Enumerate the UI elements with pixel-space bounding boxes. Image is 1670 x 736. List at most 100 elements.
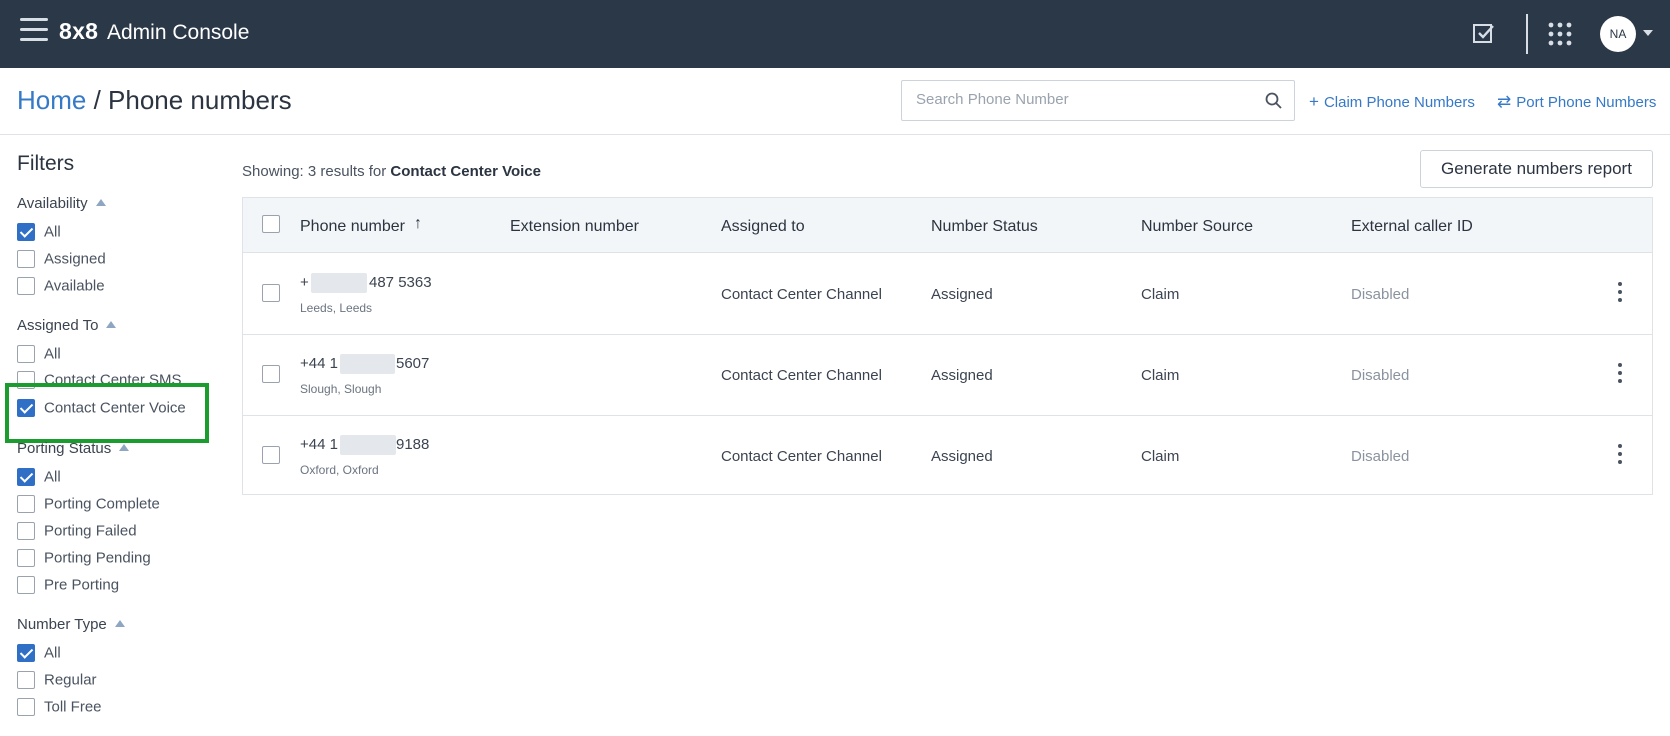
checkbox[interactable]: [17, 371, 35, 390]
status-cell: Assigned: [931, 286, 993, 303]
redacted-digits: [340, 354, 395, 374]
assigned-to-cell: Contact Center Channel: [721, 286, 882, 303]
row-checkbox[interactable]: [262, 446, 280, 464]
status-cell: Assigned: [931, 367, 993, 384]
column-assigned-to[interactable]: Assigned to: [721, 218, 805, 236]
filter-availability-available[interactable]: Available: [17, 277, 105, 297]
collapse-arrow-icon[interactable]: [95, 199, 106, 206]
chevron-down-icon[interactable]: [1643, 30, 1653, 36]
search-icon[interactable]: [1264, 91, 1284, 111]
column-number-source[interactable]: Number Source: [1141, 218, 1253, 236]
row-checkbox[interactable]: [262, 365, 280, 383]
caller-id-cell: Disabled: [1351, 367, 1410, 384]
phone-number-start: +44 1: [300, 436, 338, 453]
breadcrumb: Home / Phone numbers: [17, 85, 292, 116]
filter-pre-porting[interactable]: Pre Porting: [17, 576, 119, 596]
page-header: Home / Phone numbers +Claim Phone Number…: [0, 68, 1670, 135]
sort-up-arrow-icon[interactable]: ↑: [414, 215, 422, 233]
swap-arrows-icon: ⇄: [1497, 92, 1512, 111]
status-cell: Assigned: [931, 448, 993, 465]
filter-porting-complete[interactable]: Porting Complete: [17, 495, 160, 515]
brand-logo: 8x8: [59, 18, 99, 44]
assigned-to-cell: Contact Center Channel: [721, 367, 882, 384]
column-external-caller-id[interactable]: External caller ID: [1351, 218, 1473, 236]
filter-group-availability[interactable]: Availability: [17, 195, 106, 212]
checkbox[interactable]: [17, 345, 35, 364]
kebab-icon[interactable]: [1617, 363, 1623, 387]
source-cell: Claim: [1141, 448, 1180, 465]
table-row[interactable]: +44 1 9188 Oxford, Oxford Contact Center…: [243, 416, 1652, 497]
phone-location: Leeds, Leeds: [300, 301, 373, 315]
kebab-icon[interactable]: [1617, 444, 1623, 468]
avatar[interactable]: NA: [1600, 16, 1636, 52]
plus-icon: +: [1309, 92, 1319, 111]
filter-assigned-all[interactable]: All: [17, 345, 61, 365]
grid-icon[interactable]: [1548, 22, 1572, 46]
column-phone-number[interactable]: Phone number: [300, 218, 405, 236]
results-filter-term: Contact Center Voice: [390, 163, 541, 180]
checkbox[interactable]: [17, 495, 35, 514]
phone-location: Oxford, Oxford: [300, 463, 379, 477]
checkbox[interactable]: [17, 671, 35, 690]
checkbox[interactable]: [17, 549, 35, 568]
topbar-divider: [1526, 14, 1528, 54]
checkbox[interactable]: [17, 223, 35, 242]
checkbox[interactable]: [17, 250, 35, 269]
phone-location: Slough, Slough: [300, 382, 382, 396]
breadcrumb-home-link[interactable]: Home: [17, 85, 86, 115]
assigned-to-cell: Contact Center Channel: [721, 448, 882, 465]
app-title: Admin Console: [107, 21, 250, 44]
breadcrumb-separator: /: [86, 85, 109, 115]
table-row[interactable]: + 487 5363 Leeds, Leeds Contact Center C…: [243, 254, 1652, 335]
filter-assigned-cc-voice[interactable]: Contact Center Voice: [17, 399, 192, 419]
checkbox[interactable]: [17, 522, 35, 541]
filter-porting-pending[interactable]: Porting Pending: [17, 549, 151, 569]
table-row[interactable]: +44 1 5607 Slough, Slough Contact Center…: [243, 335, 1652, 416]
collapse-arrow-icon[interactable]: [106, 321, 117, 328]
filter-type-toll-free[interactable]: Toll Free: [17, 698, 102, 718]
caller-id-cell: Disabled: [1351, 286, 1410, 303]
filter-porting-failed[interactable]: Porting Failed: [17, 522, 137, 542]
select-all-checkbox[interactable]: [262, 215, 280, 233]
row-checkbox[interactable]: [262, 284, 280, 302]
caller-id-cell: Disabled: [1351, 448, 1410, 465]
redacted-digits: [311, 273, 367, 293]
hamburger-icon[interactable]: [20, 18, 48, 44]
collapse-arrow-icon[interactable]: [114, 620, 125, 627]
phone-number-start: +: [300, 274, 309, 291]
top-bar: 8x8 Admin Console NA: [0, 0, 1670, 68]
page-title: Phone numbers: [108, 85, 292, 115]
filter-availability-assigned[interactable]: Assigned: [17, 250, 106, 270]
filter-type-all[interactable]: All: [17, 644, 61, 664]
collapse-arrow-icon[interactable]: [119, 444, 130, 451]
checkbox[interactable]: [17, 698, 35, 717]
filter-type-regular[interactable]: Regular: [17, 671, 97, 691]
filters-title: Filters: [17, 152, 75, 175]
checkbox[interactable]: [17, 468, 35, 487]
filter-group-assigned-to[interactable]: Assigned To: [17, 317, 117, 334]
search-input[interactable]: [916, 91, 1246, 108]
checkbox[interactable]: [17, 576, 35, 595]
filter-group-porting-status[interactable]: Porting Status: [17, 440, 130, 457]
checkbox[interactable]: [17, 644, 35, 663]
redacted-digits: [340, 435, 396, 455]
claim-phone-numbers-link[interactable]: + Claim Phone Numbers: [1309, 92, 1475, 112]
kebab-icon[interactable]: [1617, 282, 1623, 306]
phone-number-end: 487 5363: [369, 274, 432, 291]
table-header: Phone number ↑ Extension number Assigned…: [243, 198, 1652, 253]
column-number-status[interactable]: Number Status: [931, 218, 1038, 236]
filter-group-number-type[interactable]: Number Type: [17, 616, 125, 633]
checkbox-icon[interactable]: [1470, 20, 1498, 48]
phone-number-end: 9188: [396, 436, 430, 453]
checkbox[interactable]: [17, 399, 35, 418]
search-box[interactable]: [901, 80, 1295, 121]
port-phone-numbers-link[interactable]: ⇄ Port Phone Numbers: [1497, 92, 1656, 112]
generate-report-button[interactable]: Generate numbers report: [1420, 150, 1653, 188]
filter-assigned-cc-sms[interactable]: Contact Center SMS: [17, 371, 182, 391]
column-extension-number[interactable]: Extension number: [510, 218, 639, 236]
filter-porting-all[interactable]: All: [17, 468, 61, 488]
source-cell: Claim: [1141, 286, 1180, 303]
filter-availability-all[interactable]: All: [17, 223, 61, 243]
checkbox[interactable]: [17, 277, 35, 296]
phone-number-end: 5607: [396, 355, 430, 372]
